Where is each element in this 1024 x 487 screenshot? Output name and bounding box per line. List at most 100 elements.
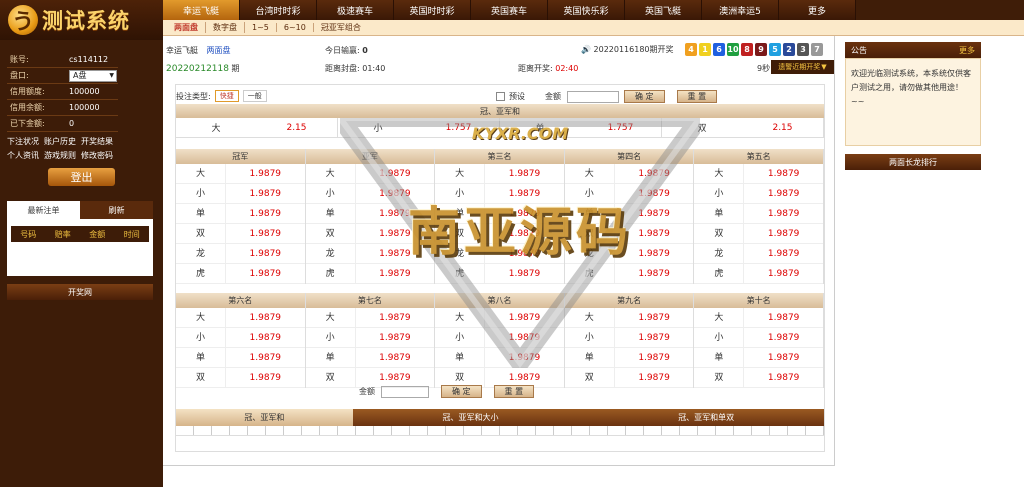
refresh-button[interactable]: 刷新 (80, 201, 153, 219)
tab-latest-bets[interactable]: 最新注单 (7, 201, 80, 219)
odds-row[interactable]: 单 1.9879 (176, 203, 305, 224)
link-bet-status[interactable]: 下注状况 (7, 137, 39, 146)
odds-row[interactable]: 双 1.9879 (694, 223, 823, 244)
odds-value: 1.9879 (379, 312, 411, 323)
odds-row[interactable]: 龙 1.9879 (435, 243, 564, 264)
subnav-item-3[interactable]: 6~10 (277, 23, 314, 32)
gy-sum-cell[interactable]: 小 1.757 (338, 118, 500, 138)
reset-button-bottom[interactable]: 重 置 (493, 385, 535, 398)
odds-row[interactable]: 龙 1.9879 (564, 243, 694, 264)
odds-row[interactable]: 双 1.9879 (435, 223, 564, 244)
odds-row[interactable]: 大 1.9879 (694, 307, 823, 328)
nav-item-6[interactable]: 英国飞艇 (625, 0, 702, 20)
bet-type-normal[interactable]: 一般 (242, 90, 267, 102)
odds-row[interactable]: 小 1.9879 (176, 327, 305, 348)
amount-input-bottom[interactable] (381, 385, 429, 398)
odds-row[interactable]: 小 1.9879 (694, 183, 823, 204)
reset-button[interactable]: 重 置 (676, 90, 718, 103)
odds-row[interactable]: 虎 1.9879 (564, 263, 694, 284)
subnav-item-1[interactable]: 数字盘 (206, 22, 245, 33)
tab-gy-sum[interactable]: 冠、亚军和 (176, 409, 353, 426)
odds-row[interactable]: 虎 1.9879 (305, 263, 435, 284)
odds-row[interactable]: 单 1.9879 (564, 347, 694, 368)
nav-item-1[interactable]: 台湾时时彩 (240, 0, 317, 20)
odds-row[interactable]: 小 1.9879 (435, 327, 564, 348)
odds-row[interactable]: 单 1.9879 (305, 203, 435, 224)
odds-row[interactable]: 大 1.9879 (694, 163, 823, 184)
preset-checkbox[interactable] (496, 92, 505, 101)
odds-row[interactable]: 单 1.9879 (564, 203, 694, 224)
bet-type-quick[interactable]: 快捷 (214, 90, 239, 102)
handicap-select[interactable]: A盘 ▼ (69, 69, 117, 82)
link-profile[interactable]: 个人资讯 (7, 151, 39, 160)
odds-value: 1.9879 (767, 268, 800, 279)
nav-item-4[interactable]: 英国赛车 (471, 0, 548, 20)
odds-value: 1.9879 (638, 168, 670, 179)
odds-row[interactable]: 小 1.9879 (564, 183, 694, 204)
confirm-button-bottom[interactable]: 确 定 (441, 385, 482, 398)
odds-row[interactable]: 大 1.9879 (305, 163, 435, 184)
odds-row[interactable]: 双 1.9879 (694, 367, 823, 388)
long-dragon-button[interactable]: 两面长龙排行 (845, 154, 981, 170)
alarm-button[interactable]: 遗警近期开奖 ▼ (771, 60, 834, 74)
odds-row[interactable]: 单 1.9879 (694, 203, 823, 224)
odds-row[interactable]: 虎 1.9879 (435, 263, 564, 284)
link-account-history[interactable]: 账户历史 (44, 137, 76, 146)
lottery-site-button[interactable]: 开奖网 (7, 284, 153, 300)
odds-row[interactable]: 小 1.9879 (564, 327, 694, 348)
nav-item-2[interactable]: 极速赛车 (317, 0, 394, 20)
subnav-item-0[interactable]: 两面盘 (167, 22, 206, 33)
nav-item-3[interactable]: 英国时时彩 (394, 0, 471, 20)
odds-row[interactable]: 大 1.9879 (176, 307, 305, 328)
link-change-password[interactable]: 修改密码 (81, 151, 113, 160)
odds-value: 1.9879 (249, 248, 282, 259)
odds-row[interactable]: 大 1.9879 (564, 307, 694, 328)
gy-sum-cell[interactable]: 双 2.15 (662, 118, 824, 138)
recent-bets-panel: 最新注单 刷新 号码 赔率 金额 时间 (7, 201, 153, 276)
odds-row[interactable]: 双 1.9879 (176, 367, 305, 388)
odds-row[interactable]: 大 1.9879 (305, 307, 435, 328)
odds-row[interactable]: 小 1.9879 (435, 183, 564, 204)
odds-row[interactable]: 小 1.9879 (694, 327, 823, 348)
subnav-item-2[interactable]: 1~5 (245, 23, 277, 32)
confirm-button[interactable]: 确 定 (624, 90, 665, 103)
logout-button[interactable]: 登出 (48, 168, 115, 186)
odds-row[interactable]: 大 1.9879 (435, 307, 564, 328)
odds-row[interactable]: 双 1.9879 (176, 223, 305, 244)
odds-row[interactable]: 单 1.9879 (176, 347, 305, 368)
odds-row[interactable]: 小 1.9879 (176, 183, 305, 204)
tab-gy-sum-size[interactable]: 冠、亚军和大小 (352, 409, 589, 426)
odds-row[interactable]: 虎 1.9879 (694, 263, 823, 284)
notice-more-link[interactable]: 更多 (959, 45, 975, 56)
odds-row[interactable]: 单 1.9879 (694, 347, 823, 368)
odds-row[interactable]: 龙 1.9879 (176, 243, 305, 264)
odds-row[interactable]: 小 1.9879 (305, 183, 435, 204)
odds-row[interactable]: 大 1.9879 (435, 163, 564, 184)
odds-row[interactable]: 大 1.9879 (176, 163, 305, 184)
nav-item-0[interactable]: 幸运飞艇 (163, 0, 240, 20)
nav-item-8[interactable]: 更多 (779, 0, 856, 20)
link-game-rules[interactable]: 游戏规则 (44, 151, 76, 160)
odds-row[interactable]: 双 1.9879 (564, 367, 694, 388)
gy-sum-cell[interactable]: 大 2.15 (176, 118, 338, 138)
odds-row[interactable]: 龙 1.9879 (305, 243, 435, 264)
amount-input[interactable] (567, 90, 619, 103)
odds-value: 1.9879 (379, 352, 411, 363)
gy-sum-cell[interactable]: 单 1.757 (500, 118, 662, 138)
odds-row[interactable]: 龙 1.9879 (694, 243, 823, 264)
odds-value: 1.9879 (508, 188, 541, 199)
tab-gy-sum-odd-even[interactable]: 冠、亚军和单双 (588, 409, 825, 426)
subnav-item-4[interactable]: 冠亚军组合 (314, 22, 368, 33)
odds-row[interactable]: 双 1.9879 (305, 223, 435, 244)
nav-item-7[interactable]: 澳洲幸运5 (702, 0, 779, 20)
odds-row[interactable]: 单 1.9879 (435, 347, 564, 368)
speaker-icon[interactable]: 🔊 (581, 45, 591, 54)
nav-item-5[interactable]: 英国快乐彩 (548, 0, 625, 20)
odds-row[interactable]: 双 1.9879 (564, 223, 694, 244)
odds-row[interactable]: 单 1.9879 (435, 203, 564, 224)
odds-row[interactable]: 大 1.9879 (564, 163, 694, 184)
odds-row[interactable]: 虎 1.9879 (176, 263, 305, 284)
odds-row[interactable]: 小 1.9879 (305, 327, 435, 348)
link-draw-results[interactable]: 开奖结果 (81, 137, 113, 146)
odds-row[interactable]: 单 1.9879 (305, 347, 435, 368)
